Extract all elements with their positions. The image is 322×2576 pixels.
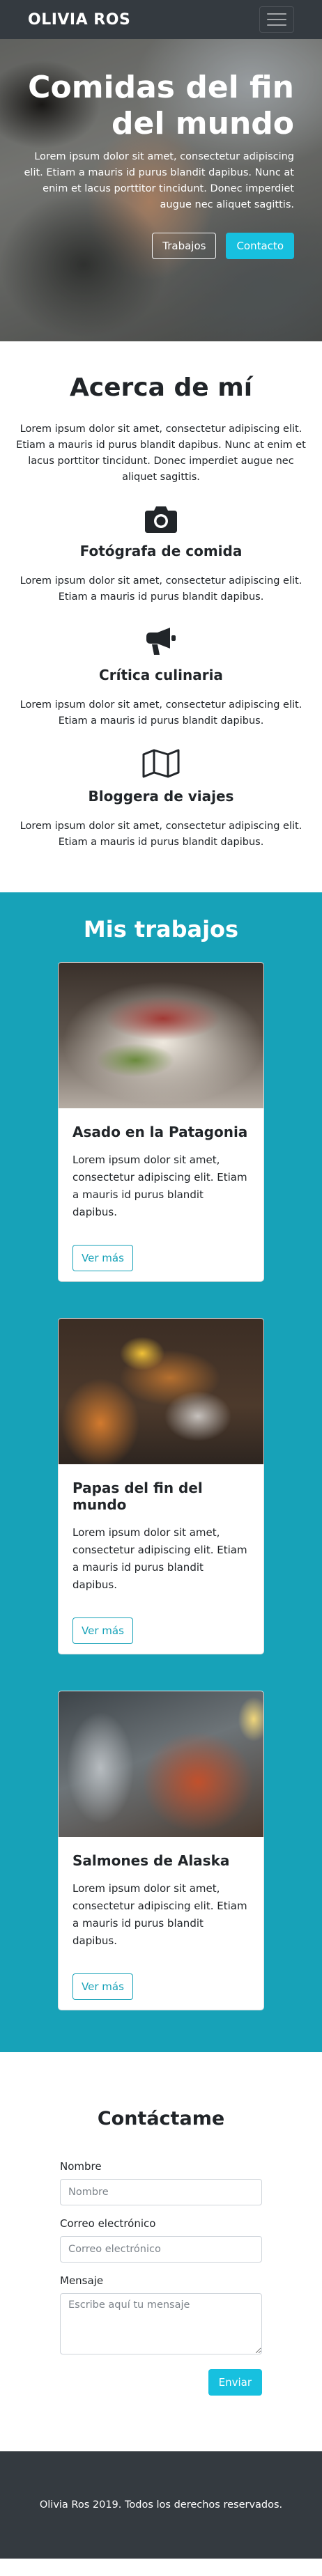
contact-section: Contáctame Nombre Correo electrónico Men… [0,2052,322,2451]
service-item: Bloggera de viajes Lorem ipsum dolor sit… [10,749,312,851]
card-text: Lorem ipsum dolor sit amet, consectetur … [72,1526,247,1591]
service-text: Lorem ipsum dolor sit amet, consectetur … [20,821,302,848]
about-intro: Lorem ipsum dolor sit amet, consectetur … [16,424,306,483]
card-title: Asado en la Patagonia [72,1124,248,1140]
navbar-toggle-button[interactable] [259,6,294,33]
service-text: Lorem ipsum dolor sit amet, consectetur … [20,575,302,603]
bullhorn-icon [10,625,312,657]
card-text: Lorem ipsum dolor sit amet, consectetur … [72,1882,247,1947]
navbar: OLIVIA ROS [0,0,322,39]
card-image [59,963,263,1108]
message-textarea[interactable] [60,2293,262,2354]
contact-button[interactable]: Contacto [226,233,294,259]
works-section: Mis trabajos Asado en la Patagonia Lorem… [0,892,322,2052]
footer-text: Olivia Ros 2019. Todos los derechos rese… [39,2499,283,2511]
works-title: Mis trabajos [83,916,239,942]
name-input[interactable] [60,2179,262,2205]
hamburger-menu-icon [267,13,286,15]
see-more-button[interactable]: Ver más [72,1245,133,1271]
submit-button[interactable]: Enviar [208,2369,262,2396]
about-title: Acerca de mí [69,373,253,402]
message-label: Mensaje [60,2274,104,2287]
email-group: Correo electrónico [60,2217,262,2263]
card-image [59,1319,263,1464]
see-more-button[interactable]: Ver más [72,1973,133,2000]
service-item: Fotógrafa de comida Lorem ipsum dolor si… [10,505,312,605]
works-cards: Asado en la Patagonia Lorem ipsum dolor … [0,962,322,2010]
card-body: Papas del fin del mundo Lorem ipsum dolo… [59,1464,263,1654]
footer: Olivia Ros 2019. Todos los derechos rese… [0,2451,322,2559]
card-text: Lorem ipsum dolor sit amet, consectetur … [72,1154,247,1218]
service-title: Crítica culinaria [99,667,223,683]
see-more-button[interactable]: Ver más [72,1617,133,1644]
form-actions: Enviar [60,2369,262,2396]
work-card: Salmones de Alaska Lorem ipsum dolor sit… [58,1691,264,2010]
contact-title: Contáctame [97,2108,225,2129]
card-title: Papas del fin del mundo [72,1480,203,1513]
works-button[interactable]: Trabajos [152,233,217,259]
service-title: Bloggera de viajes [88,788,234,805]
hero-content: Comidas del fin del mundo Lorem ipsum do… [15,70,294,259]
service-title: Fotógrafa de comida [79,543,243,559]
brand-logo[interactable]: OLIVIA ROS [28,11,130,29]
work-card: Papas del fin del mundo Lorem ipsum dolo… [58,1318,264,1654]
card-body: Asado en la Patagonia Lorem ipsum dolor … [59,1108,263,1281]
name-group: Nombre [60,2160,262,2205]
hero-background-image: Comidas del fin del mundo Lorem ipsum do… [0,0,322,341]
service-item: Crítica culinaria Lorem ipsum dolor sit … [10,625,312,729]
email-label: Correo electrónico [60,2217,156,2230]
service-text: Lorem ipsum dolor sit amet, consectetur … [20,699,302,727]
hero-title: Comidas del fin del mundo [28,70,294,141]
contact-form: Nombre Correo electrónico Mensaje Enviar [60,2160,262,2396]
email-input[interactable] [60,2236,262,2263]
card-image [59,1691,263,1837]
hero-buttons: Trabajos Contacto [15,233,294,259]
about-section: Acerca de mí Lorem ipsum dolor sit amet,… [0,341,322,892]
hero-text: Lorem ipsum dolor sit amet, consectetur … [24,151,294,210]
hero-section: OLIVIA ROS Comidas del fin del mundo Lor… [0,0,322,341]
camera-icon [10,505,312,533]
card-body: Salmones de Alaska Lorem ipsum dolor sit… [59,1837,263,2010]
card-title: Salmones de Alaska [72,1852,230,1869]
map-icon [10,749,312,778]
message-group: Mensaje [60,2274,262,2357]
work-card: Asado en la Patagonia Lorem ipsum dolor … [58,962,264,1282]
name-label: Nombre [60,2160,102,2173]
